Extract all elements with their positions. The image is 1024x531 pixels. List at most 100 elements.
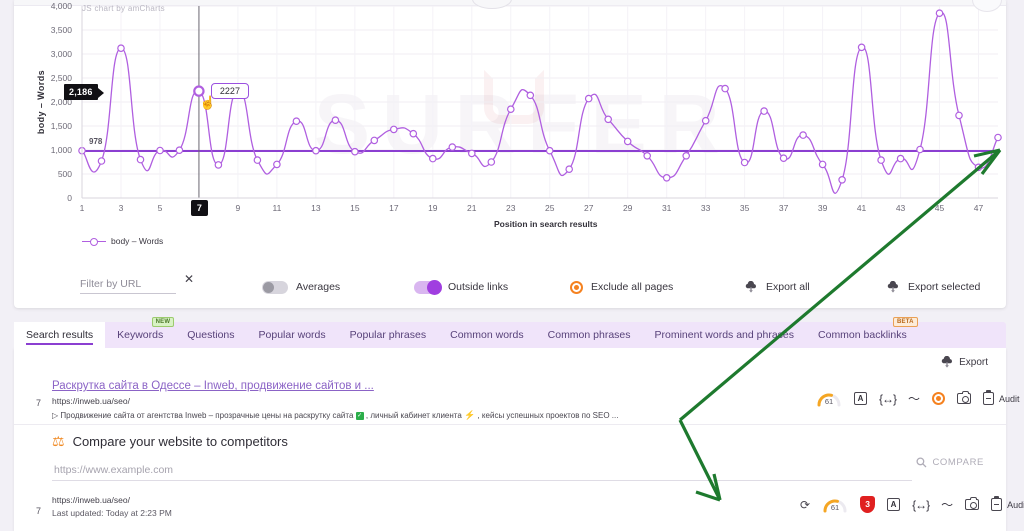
- code-braces-icon[interactable]: {↔}: [912, 498, 930, 512]
- x-tick-label: 41: [856, 203, 867, 213]
- data-point[interactable]: [487, 158, 496, 166]
- trend-chart-icon[interactable]: 〜: [908, 390, 920, 407]
- x-tick-label: 21: [467, 203, 477, 213]
- audit-button[interactable]: Audit: [991, 496, 1024, 511]
- data-point[interactable]: [175, 146, 184, 155]
- tab-label: Common backlinks: [818, 329, 907, 341]
- data-point[interactable]: [643, 152, 652, 160]
- audit-button[interactable]: Audit: [983, 390, 1020, 405]
- data-point[interactable]: [701, 116, 710, 125]
- averages-toggle[interactable]: [262, 280, 288, 294]
- data-point[interactable]: [273, 160, 281, 169]
- data-point[interactable]: [370, 136, 379, 145]
- data-point[interactable]: [136, 155, 145, 164]
- tab-prominent-words-and-phrases[interactable]: Prominent words and phrases: [643, 322, 807, 348]
- tab-common-phrases[interactable]: Common phrases: [536, 322, 643, 348]
- data-point[interactable]: [545, 146, 554, 155]
- export-all-button[interactable]: Export all: [744, 280, 810, 294]
- data-point[interactable]: [428, 154, 437, 163]
- tab-search-results[interactable]: Search results: [14, 322, 106, 348]
- data-point[interactable]: [818, 160, 827, 169]
- trend-chart-icon[interactable]: 〜: [941, 496, 953, 513]
- data-point[interactable]: [838, 176, 846, 184]
- filter-by-url-field[interactable]: ✕: [80, 272, 194, 294]
- text-analysis-icon[interactable]: A: [887, 498, 901, 511]
- outside-links-toggle-group[interactable]: Outside links: [414, 279, 508, 295]
- data-point[interactable]: [506, 105, 515, 114]
- x-tick-label: 33: [700, 203, 711, 213]
- result-title-link[interactable]: Раскрутка сайта в Одессе – Inweb, продви…: [52, 380, 374, 392]
- x-tick-label: 5: [157, 203, 163, 213]
- data-point[interactable]: [331, 116, 340, 125]
- data-point[interactable]: [292, 117, 301, 126]
- data-point[interactable]: [740, 158, 749, 167]
- tab-common-backlinks[interactable]: Common backlinks BETA: [806, 317, 919, 348]
- issues-shield-badge[interactable]: 3: [860, 496, 876, 513]
- results-panel: Export 7 Раскрутка сайта в Одессе – Inwe…: [14, 348, 1024, 531]
- audit-label: Audit: [1007, 499, 1024, 510]
- data-point[interactable]: [955, 111, 963, 120]
- tab-common-words[interactable]: Common words: [438, 322, 536, 348]
- compare-title-text: Compare your website to competitors: [72, 434, 288, 449]
- data-point[interactable]: [760, 107, 768, 115]
- data-point[interactable]: [779, 154, 788, 163]
- tab-questions[interactable]: Questions: [175, 322, 246, 348]
- data-point[interactable]: [682, 152, 691, 160]
- balance-scale-icon: ⚖: [52, 433, 65, 449]
- data-point[interactable]: [214, 161, 223, 169]
- camera-icon[interactable]: [965, 496, 980, 510]
- data-point[interactable]: [351, 147, 359, 156]
- camera-icon[interactable]: [957, 390, 972, 404]
- data-point[interactable]: [467, 149, 476, 158]
- clear-filter-icon[interactable]: ✕: [184, 272, 194, 286]
- data-point[interactable]: [389, 125, 398, 134]
- eye-icon[interactable]: [932, 392, 946, 405]
- data-point[interactable]: [565, 165, 574, 174]
- clipboard-icon: [983, 390, 995, 405]
- data-point[interactable]: [935, 9, 944, 18]
- export-selected-button[interactable]: Export selected: [886, 280, 981, 294]
- x-tick-label: 17: [389, 203, 399, 213]
- data-point[interactable]: [409, 129, 418, 138]
- compare-url-input[interactable]: [52, 463, 912, 481]
- x-tick-label: 43: [895, 203, 906, 213]
- data-point[interactable]: [253, 156, 262, 164]
- data-point[interactable]: [584, 94, 593, 103]
- data-point[interactable]: [799, 131, 807, 139]
- data-point[interactable]: [448, 143, 457, 151]
- exclude-all-pages-button[interactable]: Exclude all pages: [570, 280, 673, 294]
- code-braces-icon[interactable]: {↔}: [879, 392, 897, 406]
- y-tick-label: 2,500: [50, 73, 72, 83]
- data-point[interactable]: [877, 156, 885, 164]
- data-point[interactable]: [117, 44, 125, 53]
- data-point[interactable]: [156, 146, 164, 155]
- outside-links-toggle[interactable]: [414, 279, 442, 295]
- averages-toggle-group[interactable]: Averages: [262, 280, 340, 294]
- compare-button[interactable]: COMPARE: [916, 457, 984, 468]
- tab-popular-phrases[interactable]: Popular phrases: [338, 322, 438, 348]
- data-point[interactable]: [994, 133, 1002, 142]
- tab-keywords[interactable]: Keywords NEW: [105, 317, 175, 348]
- chart-legend[interactable]: body – Words: [82, 236, 163, 246]
- x-tick-label: 31: [661, 203, 672, 213]
- data-point[interactable]: [896, 154, 905, 163]
- data-point[interactable]: [662, 174, 671, 182]
- refresh-icon[interactable]: ⟳: [800, 498, 810, 512]
- filter-url-input[interactable]: [80, 278, 176, 294]
- data-point[interactable]: [623, 137, 632, 146]
- tab-popular-words[interactable]: Popular words: [247, 322, 338, 348]
- export-all-label: Export all: [766, 281, 810, 293]
- data-point[interactable]: [312, 146, 320, 155]
- export-button[interactable]: Export: [940, 356, 988, 369]
- data-point[interactable]: [974, 163, 983, 172]
- data-point[interactable]: [916, 145, 924, 154]
- data-point[interactable]: [604, 115, 613, 124]
- export-selected-label: Export selected: [908, 281, 981, 293]
- data-point[interactable]: [526, 91, 535, 100]
- data-point[interactable]: [97, 157, 106, 165]
- chart-tooltip: 2227: [210, 83, 249, 100]
- data-point[interactable]: [857, 43, 866, 52]
- text-analysis-icon[interactable]: A: [854, 392, 867, 405]
- search-icon: [916, 457, 927, 468]
- data-point[interactable]: [721, 84, 729, 93]
